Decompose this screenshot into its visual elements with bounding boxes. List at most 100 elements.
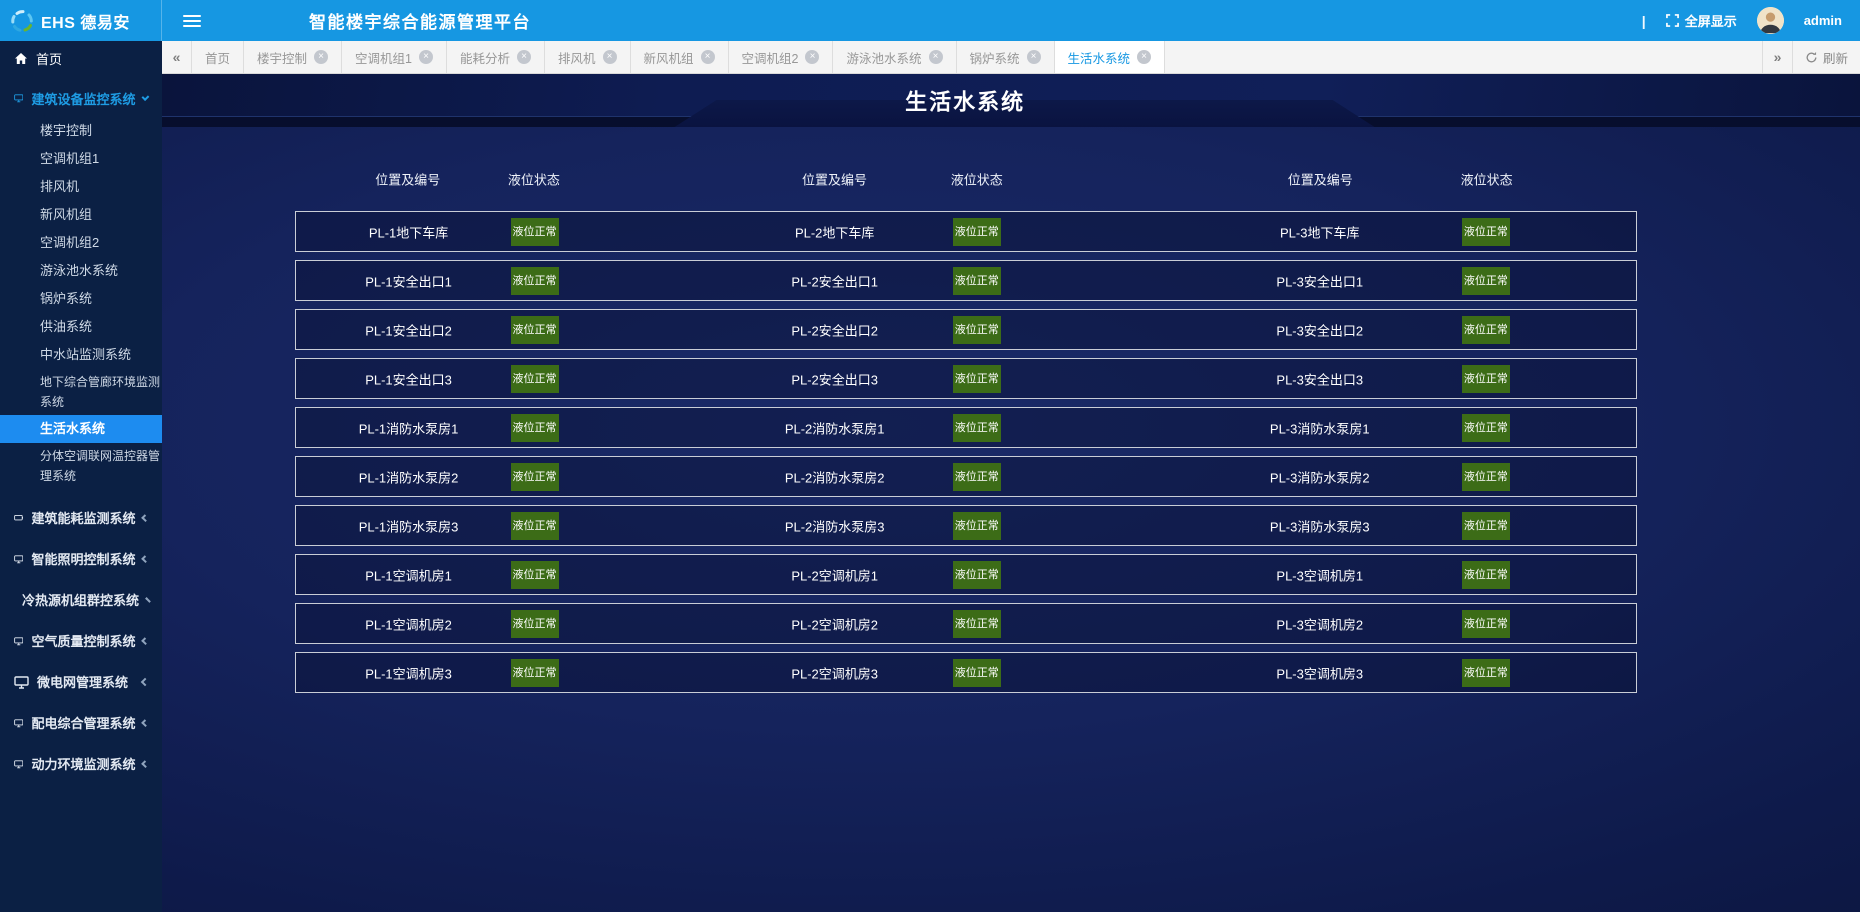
tab-domestic-water-system[interactable]: 生活水系统 × xyxy=(1054,41,1166,73)
sidebar-item-building-control[interactable]: 楼宇控制 xyxy=(0,117,162,145)
column-header-location: 位置及编号 xyxy=(801,172,867,188)
status-badge: 液位正常 xyxy=(510,217,559,246)
tab-home[interactable]: 首页 xyxy=(192,41,245,73)
sidebar-group-dynamic-env-monitor[interactable]: 动力环境监测系统 xyxy=(0,743,162,784)
tabs-scroll-right-button[interactable]: » xyxy=(1761,41,1792,73)
table-row: PL-1地下车库 液位正常 PL-2地下车库 液位正常 PL-3地下车库 液位正… xyxy=(295,211,1637,252)
status-badge: 液位正常 xyxy=(952,511,1001,540)
location-cell: PL-1地下车库 xyxy=(368,225,449,240)
sidebar-group-energy-monitor[interactable]: 建筑能耗监测系统 xyxy=(0,497,162,538)
tab-ahu2[interactable]: 空调机组2 × xyxy=(729,41,834,73)
status-badge: 液位正常 xyxy=(510,462,559,491)
fullscreen-button[interactable]: 全屏显示 xyxy=(1665,11,1737,30)
home-icon xyxy=(15,52,27,64)
sidebar-group-building-equipment[interactable]: 建筑设备监控系统 xyxy=(0,81,162,115)
refresh-button[interactable]: 刷新 xyxy=(1791,41,1860,73)
sidebar-item-exhaust-fan[interactable]: 排风机 xyxy=(0,173,162,201)
location-cell: PL-1安全出口3 xyxy=(365,372,452,387)
close-icon[interactable]: × xyxy=(418,50,433,64)
column-header-status: 液位状态 xyxy=(1460,172,1513,188)
logo-swirl-icon xyxy=(11,9,33,32)
sidebar-group-power-distribution[interactable]: 配电综合管理系统 xyxy=(0,702,162,743)
sidebar-item-fresh-air-unit[interactable]: 新风机组 xyxy=(0,201,162,229)
location-cell: PL-1空调机房1 xyxy=(365,568,452,583)
header-actions: | 全屏显示 admin xyxy=(1642,7,1860,34)
close-icon[interactable]: × xyxy=(602,50,617,64)
close-icon[interactable]: × xyxy=(314,50,329,64)
sidebar-item-boiler[interactable]: 锅炉系统 xyxy=(0,285,162,313)
sidebar-item-domestic-water[interactable]: 生活水系统 xyxy=(0,415,162,443)
close-icon[interactable]: × xyxy=(1137,50,1152,64)
status-badge: 液位正常 xyxy=(952,413,1001,442)
status-badge: 液位正常 xyxy=(952,315,1001,344)
sidebar-item-ahu1[interactable]: 空调机组1 xyxy=(0,145,162,173)
status-badge: 液位正常 xyxy=(952,658,1001,687)
status-badge: 液位正常 xyxy=(1461,658,1510,687)
sidebar-submenu: 楼宇控制 空调机组1 排风机 新风机组 空调机组2 游泳池水系统 锅炉系统 供油… xyxy=(0,115,162,489)
hamburger-menu-icon[interactable] xyxy=(183,14,201,27)
location-cell: PL-3消防水泵房2 xyxy=(1269,470,1370,485)
table-row: PL-1安全出口2 液位正常 PL-2安全出口2 液位正常 PL-3安全出口2 … xyxy=(295,309,1637,350)
tab-exhaust-fan[interactable]: 排风机 × xyxy=(545,41,631,73)
location-cell: PL-1消防水泵房3 xyxy=(358,519,459,534)
table-row: PL-1消防水泵房2 液位正常 PL-2消防水泵房2 液位正常 PL-3消防水泵… xyxy=(295,456,1637,497)
fullscreen-label: 全屏显示 xyxy=(1684,14,1737,29)
system-icon xyxy=(14,94,24,103)
close-icon[interactable]: × xyxy=(700,50,715,64)
location-cell: PL-2安全出口2 xyxy=(791,323,879,338)
sidebar-item-split-ac-thermostat[interactable]: 分体空调联网温控器管理系统 xyxy=(0,443,162,489)
tabs-scroll-left-button[interactable]: « xyxy=(162,41,192,73)
logo-text: EHS 德易安 xyxy=(41,14,130,32)
status-badge: 液位正常 xyxy=(1461,609,1510,638)
username[interactable]: admin xyxy=(1804,13,1842,28)
refresh-icon xyxy=(1806,51,1817,62)
tab-ahu1[interactable]: 空调机组1 × xyxy=(342,41,447,73)
sidebar-group-microgrid[interactable]: 微电网管理系统 xyxy=(0,661,162,702)
system-icon xyxy=(14,514,24,520)
app-window: EHS 德易安 智能楼宇综合能源管理平台 | 全屏显示 admin 首页 建筑设… xyxy=(0,0,1860,912)
location-cell: PL-2消防水泵房3 xyxy=(784,519,885,534)
tab-pool-water-system[interactable]: 游泳池水系统 × xyxy=(833,41,957,73)
tab-building-control[interactable]: 楼宇控制 × xyxy=(244,41,343,73)
tab-boiler-system[interactable]: 锅炉系统 × xyxy=(957,41,1055,73)
sidebar-item-ahu2[interactable]: 空调机组2 xyxy=(0,229,162,257)
sidebar-collapsed-groups: 建筑能耗监测系统 智能照明控制系统 冷热源机组群控系统 空气质量控制系统 微电网… xyxy=(0,497,162,784)
status-badge: 液位正常 xyxy=(510,609,559,638)
chevron-left-icon xyxy=(142,759,150,768)
status-badge: 液位正常 xyxy=(952,462,1001,491)
status-badge: 液位正常 xyxy=(1461,217,1510,246)
sidebar-group-air-quality[interactable]: 空气质量控制系统 xyxy=(0,620,162,661)
tab-bar: « 首页 楼宇控制 × 空调机组1 × 能耗分析 × 排风机 × 新风机组 × 空调机组2… xyxy=(162,41,1860,74)
sidebar-item-oil-supply[interactable]: 供油系统 xyxy=(0,313,162,341)
close-icon[interactable]: × xyxy=(1026,50,1041,64)
table-row: PL-1安全出口3 液位正常 PL-2安全出口3 液位正常 PL-3安全出口3 … xyxy=(295,358,1637,399)
sidebar: 首页 建筑设备监控系统 楼宇控制 空调机组1 排风机 新风机组 空调机组2 游泳… xyxy=(0,41,162,912)
status-badge: 液位正常 xyxy=(510,315,559,344)
tab-energy-analysis[interactable]: 能耗分析 × xyxy=(447,41,545,73)
location-cell: PL-2空调机房2 xyxy=(791,617,879,632)
refresh-label: 刷新 xyxy=(1822,51,1848,66)
close-icon[interactable]: × xyxy=(805,50,820,64)
status-badge: 液位正常 xyxy=(510,266,559,295)
system-icon xyxy=(14,675,29,689)
sidebar-item-pool-water[interactable]: 游泳池水系统 xyxy=(0,257,162,285)
sidebar-item-home[interactable]: 首页 xyxy=(0,41,162,75)
location-cell: PL-1消防水泵房2 xyxy=(358,470,459,485)
sidebar-item-reclaimed-water[interactable]: 中水站监测系统 xyxy=(0,341,162,369)
chevron-left-icon xyxy=(140,677,150,686)
column-header-location: 位置及编号 xyxy=(1287,172,1353,188)
avatar[interactable] xyxy=(1756,7,1784,34)
tab-fresh-air-unit[interactable]: 新风机组 × xyxy=(631,41,729,73)
chevron-down-icon xyxy=(142,92,150,101)
location-cell: PL-2消防水泵房2 xyxy=(784,470,885,485)
sidebar-item-utility-tunnel-env[interactable]: 地下综合管廊环境监测系统 xyxy=(0,369,162,415)
sidebar-group-lighting-control[interactable]: 智能照明控制系统 xyxy=(0,538,162,579)
status-badge: 液位正常 xyxy=(510,560,559,589)
close-icon[interactable]: × xyxy=(517,50,531,64)
status-badge: 液位正常 xyxy=(510,364,559,393)
close-icon[interactable]: × xyxy=(928,50,943,64)
top-header: EHS 德易安 智能楼宇综合能源管理平台 | 全屏显示 admin xyxy=(0,0,1860,41)
water-level-table: 位置及编号 液位状态 位置及编号 液位状态 位置及编号 液位状态 PL-1地下车… xyxy=(295,163,1637,693)
sidebar-group-hvac-source-control[interactable]: 冷热源机组群控系统 xyxy=(0,579,162,620)
brand-logo: EHS 德易安 xyxy=(0,0,162,41)
